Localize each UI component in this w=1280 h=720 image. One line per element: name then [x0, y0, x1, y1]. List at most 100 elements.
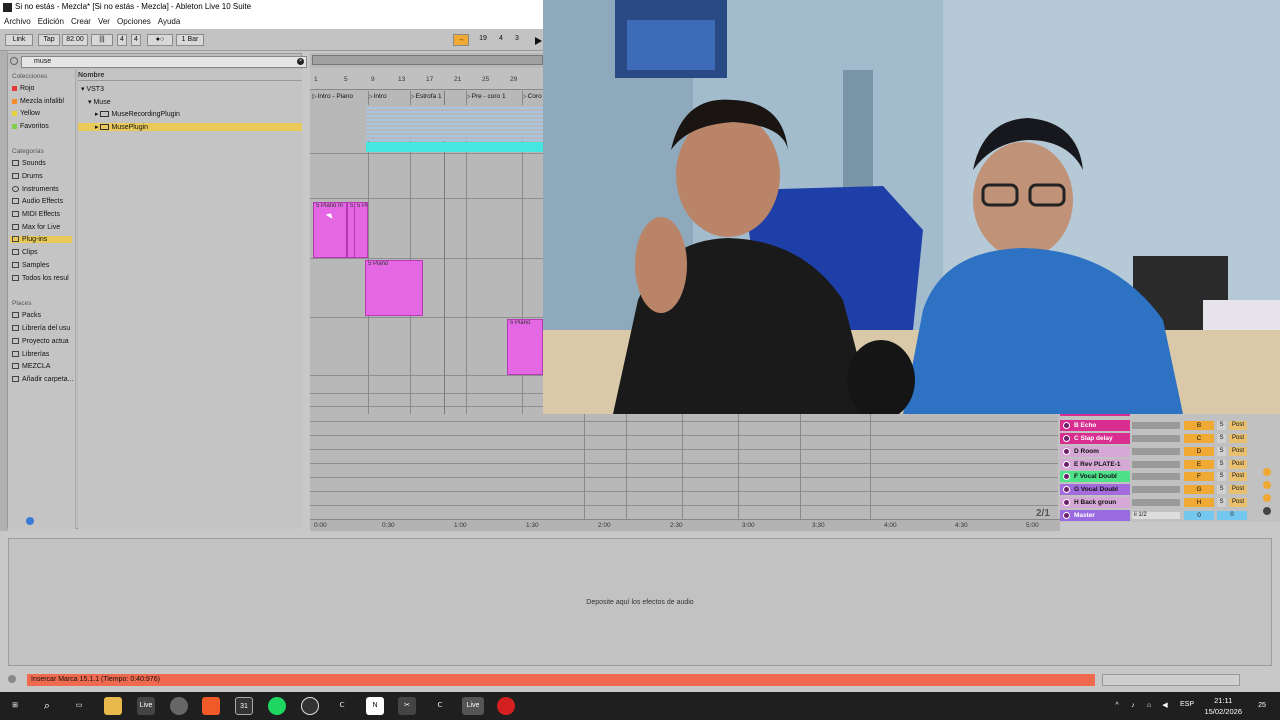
- category-max-for-live[interactable]: Max for Live: [12, 224, 60, 231]
- play-icon[interactable]: [535, 37, 542, 45]
- tree-item-vst3[interactable]: ▾ VST3: [81, 85, 104, 93]
- add-folder[interactable]: Añadir carpeta...: [12, 376, 73, 383]
- clear-search-icon[interactable]: ×: [297, 58, 304, 65]
- locator-estrofa-1[interactable]: Estrofa 1: [410, 93, 442, 100]
- clip-piano-4[interactable]: 5 Piano: [365, 260, 423, 316]
- place-mezcla[interactable]: MEZCLA: [12, 363, 50, 370]
- time-sig-numerator[interactable]: 4: [117, 34, 127, 46]
- clip-piano-5[interactable]: 5 Piano: [507, 319, 543, 375]
- post-button[interactable]: Post: [1229, 447, 1247, 456]
- track-activator-icon[interactable]: [1063, 473, 1070, 480]
- place-user-library[interactable]: Librería del usu: [12, 325, 70, 332]
- notion-icon[interactable]: N: [366, 697, 384, 715]
- collection-rojo[interactable]: Rojo: [12, 85, 34, 92]
- category-instruments[interactable]: Instruments: [12, 186, 59, 193]
- tree-item-muse-recording-plugin[interactable]: ▸ MuseRecordingPlugin: [95, 110, 180, 118]
- ableton-live-active-icon[interactable]: Live: [462, 697, 484, 715]
- return-track-c[interactable]: C Slap delay C S Post: [1060, 433, 1278, 444]
- time-ruler[interactable]: 0:00 0:30 1:00 1:30 2:00 2:30 3:00 3:30 …: [310, 519, 1060, 531]
- ableton-live-taskbar-icon[interactable]: Live: [137, 697, 155, 715]
- collection-yellow[interactable]: Yellow: [12, 110, 40, 117]
- post-button[interactable]: Post: [1229, 472, 1247, 481]
- return-track-b[interactable]: B Echo B S Post: [1060, 420, 1278, 431]
- track-activator-icon[interactable]: [1063, 486, 1070, 493]
- app-icon[interactable]: ᑕ: [431, 697, 449, 715]
- brave-icon[interactable]: [202, 697, 220, 715]
- menu-ver[interactable]: Ver: [94, 15, 113, 26]
- return-volume[interactable]: [1132, 499, 1180, 506]
- post-button[interactable]: Post: [1229, 498, 1247, 507]
- position-beat[interactable]: 4: [496, 34, 506, 46]
- capcut-alt-icon[interactable]: ✂: [398, 697, 416, 715]
- locator-pre-coro-1[interactable]: Pre - coro 1: [466, 93, 506, 100]
- position-sixteenth[interactable]: 3: [512, 34, 522, 46]
- collection-favoritos[interactable]: Favoritos: [12, 123, 49, 130]
- return-volume[interactable]: [1132, 448, 1180, 455]
- category-audio-effects[interactable]: Audio Effects: [12, 198, 63, 205]
- midi-lane-clip[interactable]: [366, 105, 543, 141]
- track-activator-icon[interactable]: [1063, 512, 1070, 519]
- track-activator-icon[interactable]: [1063, 448, 1070, 455]
- menu-crear[interactable]: Crear: [67, 15, 94, 26]
- category-midi-effects[interactable]: MIDI Effects: [12, 211, 60, 218]
- category-drums[interactable]: Drums: [12, 173, 43, 180]
- post-button[interactable]: Post: [1229, 485, 1247, 494]
- follow-icon[interactable]: →: [453, 34, 469, 46]
- solo-button[interactable]: S: [1217, 498, 1226, 507]
- track-activator-icon[interactable]: [1063, 422, 1070, 429]
- browser-nav-icon[interactable]: [10, 57, 18, 65]
- category-clips[interactable]: Clips: [12, 249, 38, 256]
- return-track-h[interactable]: H Back groun H S Post: [1060, 497, 1278, 508]
- side-button-icon[interactable]: [1263, 481, 1271, 489]
- overview-bar[interactable]: [312, 55, 543, 65]
- microphone-icon[interactable]: ♪: [1128, 697, 1138, 715]
- studio-recorder-icon[interactable]: [497, 697, 515, 715]
- cyan-clip[interactable]: [366, 142, 543, 152]
- menu-archivo[interactable]: Archivo: [0, 15, 34, 26]
- track-activator-icon[interactable]: [1063, 435, 1070, 442]
- browser-app-icon[interactable]: [170, 697, 188, 715]
- return-volume[interactable]: [1132, 473, 1180, 480]
- quantization-select[interactable]: 1 Bar: [176, 34, 204, 46]
- cue-out-select[interactable]: ii 1/2: [1132, 512, 1180, 519]
- master-volume[interactable]: 0: [1184, 511, 1214, 520]
- clip-piano-intro[interactable]: 5 Piano In: [313, 202, 347, 258]
- collection-mezcla[interactable]: Mezcla infalibl: [12, 98, 64, 105]
- post-button[interactable]: Post: [1229, 460, 1247, 469]
- capcut-icon[interactable]: ᑕ: [333, 697, 351, 715]
- solo-button[interactable]: S: [1217, 421, 1226, 430]
- metronome-icon[interactable]: ●○: [147, 34, 173, 46]
- tap-button[interactable]: Tap: [38, 34, 60, 46]
- tempo-field[interactable]: 82.00: [62, 34, 88, 46]
- locator-intro[interactable]: Intro: [368, 93, 387, 100]
- solo-button[interactable]: S: [1217, 460, 1226, 469]
- return-volume[interactable]: [1132, 422, 1180, 429]
- track-activator-icon[interactable]: [1063, 461, 1070, 468]
- clip-piano-3[interactable]: 5 Pi: [354, 202, 368, 258]
- system-clock[interactable]: 21:11 15/02/2026: [1204, 695, 1242, 717]
- side-button-icon[interactable]: [1263, 494, 1271, 502]
- obs-icon[interactable]: [301, 697, 319, 715]
- return-volume[interactable]: [1132, 435, 1180, 442]
- position-bar[interactable]: 19: [476, 34, 490, 46]
- nudge-icon[interactable]: |||: [91, 34, 113, 46]
- task-view-icon[interactable]: ▭: [70, 697, 88, 715]
- category-samples[interactable]: Samples: [12, 262, 49, 269]
- solo-button[interactable]: S: [1217, 485, 1226, 494]
- tree-item-muse-plugin[interactable]: ▸ MusePlugin: [78, 123, 302, 131]
- device-view[interactable]: Deposite aquí los efectos de audio: [8, 538, 1272, 666]
- category-all-results[interactable]: Todos los resul: [12, 275, 69, 282]
- spotify-icon[interactable]: [268, 697, 286, 715]
- solo-button[interactable]: S: [1217, 447, 1226, 456]
- return-track-d[interactable]: D Room D S Post: [1060, 446, 1278, 457]
- link-button[interactable]: Link: [5, 34, 33, 46]
- windows-start-icon[interactable]: ⊞: [6, 697, 24, 715]
- return-volume[interactable]: [1132, 486, 1180, 493]
- language-indicator[interactable]: ESP: [1180, 701, 1194, 708]
- place-current-project[interactable]: Proyecto actua: [12, 338, 69, 345]
- locator-intro-piano[interactable]: Intro - Piano: [312, 93, 353, 100]
- menu-opciones[interactable]: Opciones: [113, 15, 154, 26]
- category-plug-ins[interactable]: Plug-ins: [10, 236, 72, 243]
- file-explorer-icon[interactable]: [104, 697, 122, 715]
- menu-ayuda[interactable]: Ayuda: [154, 15, 184, 26]
